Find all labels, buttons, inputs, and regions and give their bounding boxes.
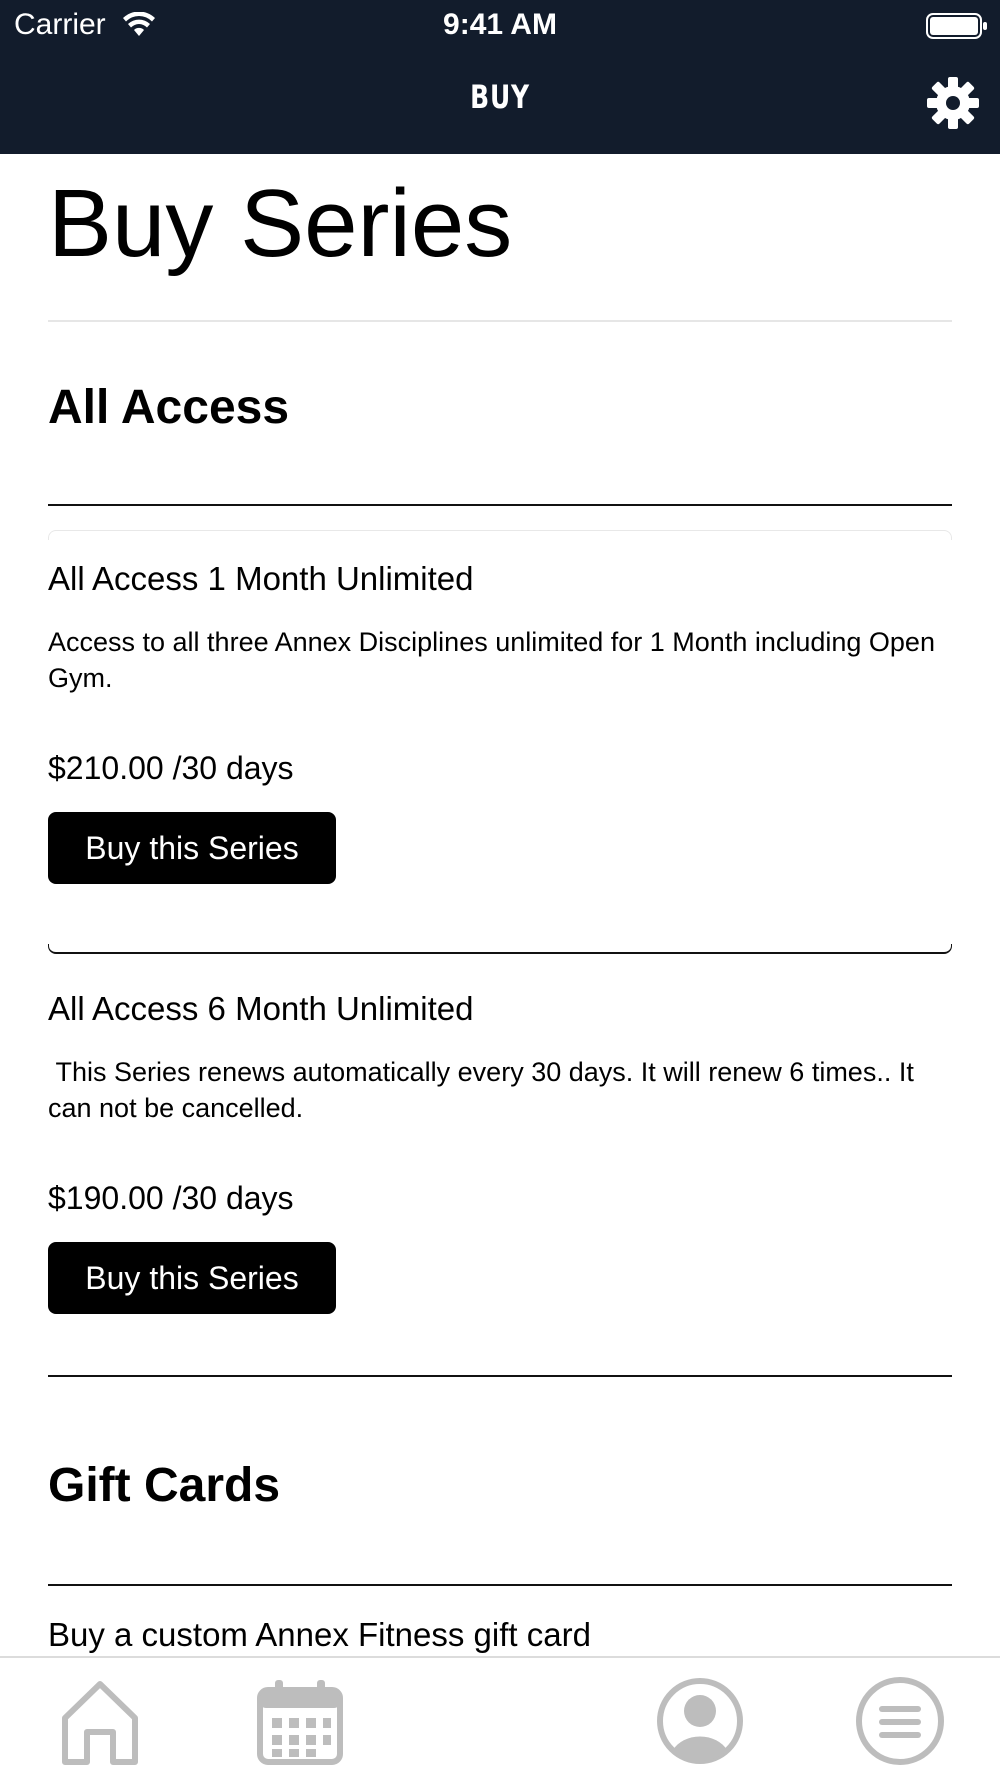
section-divider: [48, 1584, 952, 1586]
card-top-edge: [48, 530, 952, 540]
series-title: All Access 1 Month Unlimited: [48, 560, 474, 597]
series-price: $190.00 /30 days: [48, 1180, 294, 1216]
series-description: Access to all three Annex Disciplines un…: [48, 627, 943, 693]
section-title-gift-cards: Gift Cards: [48, 1459, 281, 1512]
series-description: This Series renews automatically every 3…: [48, 1057, 922, 1123]
top-bar: Carrier 9:41 AM BUY: [0, 0, 1000, 154]
title-divider: [48, 320, 952, 322]
card-bottom-edge: [48, 944, 952, 954]
status-time: 9:41 AM: [443, 8, 557, 41]
tab-bar: [0, 1656, 1000, 1778]
nav-title: BUY: [470, 78, 530, 116]
calendar-icon[interactable]: [255, 1676, 345, 1766]
status-bar: Carrier 9:41 AM: [0, 0, 1000, 50]
section-title-all-access: All Access: [48, 381, 290, 434]
section-divider: [48, 504, 952, 506]
page-title: Buy Series: [48, 170, 513, 277]
home-icon[interactable]: [55, 1676, 145, 1766]
profile-icon[interactable]: [655, 1676, 745, 1766]
series-price: $210.00 /30 days: [48, 750, 294, 786]
section-divider: [48, 1375, 952, 1377]
buy-series-button[interactable]: Buy this Series: [48, 1242, 336, 1314]
gift-card-link[interactable]: Buy a custom Annex Fitness gift card: [48, 1616, 591, 1654]
buy-series-button[interactable]: Buy this Series: [48, 812, 336, 884]
series-title: All Access 6 Month Unlimited: [48, 990, 474, 1027]
battery-icon: [926, 13, 987, 39]
menu-icon[interactable]: [855, 1676, 945, 1766]
gear-icon[interactable]: [926, 76, 980, 130]
